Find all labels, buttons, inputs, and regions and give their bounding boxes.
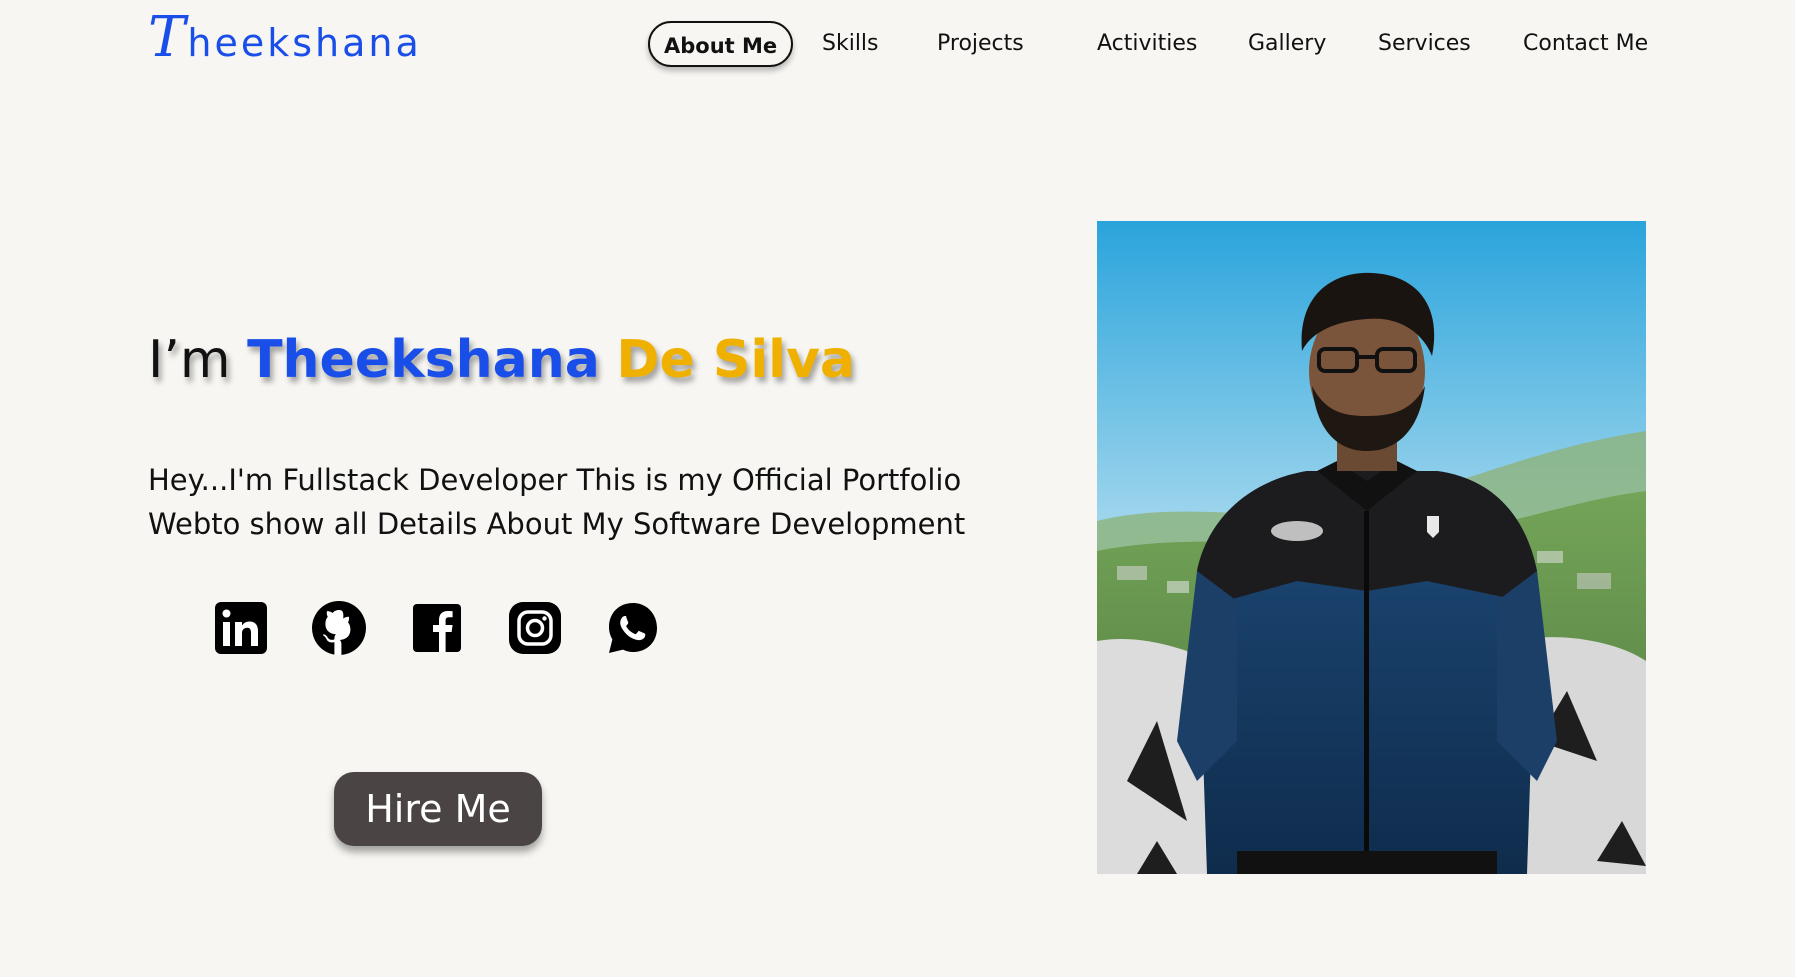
github-icon[interactable]	[311, 600, 367, 656]
intro-line-1: Hey...I'm Fullstack Developer This is my…	[148, 463, 962, 497]
nav-skills[interactable]: Skills	[822, 21, 879, 67]
nav-activities[interactable]: Activities	[1097, 21, 1197, 67]
instagram-icon[interactable]	[507, 600, 563, 656]
hero-headline: I’m Theekshana De Silva	[148, 330, 855, 390]
nav-services[interactable]: Services	[1378, 21, 1471, 67]
hire-me-button[interactable]: Hire Me	[334, 772, 542, 846]
nav-gallery[interactable]: Gallery	[1248, 21, 1326, 67]
intro-line-2: Webto show all Details About My Software…	[148, 507, 966, 541]
nav-contact-me[interactable]: Contact Me	[1523, 21, 1648, 67]
whatsapp-icon[interactable]	[605, 600, 661, 656]
nav-about-me[interactable]: About Me	[648, 21, 794, 67]
hero-intro: Hey...I'm Fullstack Developer This is my…	[148, 458, 1008, 546]
facebook-icon[interactable]	[409, 600, 465, 656]
headline-prefix: I’m	[148, 330, 231, 390]
profile-photo	[1097, 221, 1646, 874]
linkedin-icon[interactable]	[213, 600, 269, 656]
headline-first-name: Theekshana	[247, 330, 600, 390]
main-nav: About Me Skills Projects Activities Gall…	[0, 21, 1795, 67]
nav-projects[interactable]: Projects	[937, 21, 1024, 67]
headline-last-name: De Silva	[616, 330, 855, 390]
